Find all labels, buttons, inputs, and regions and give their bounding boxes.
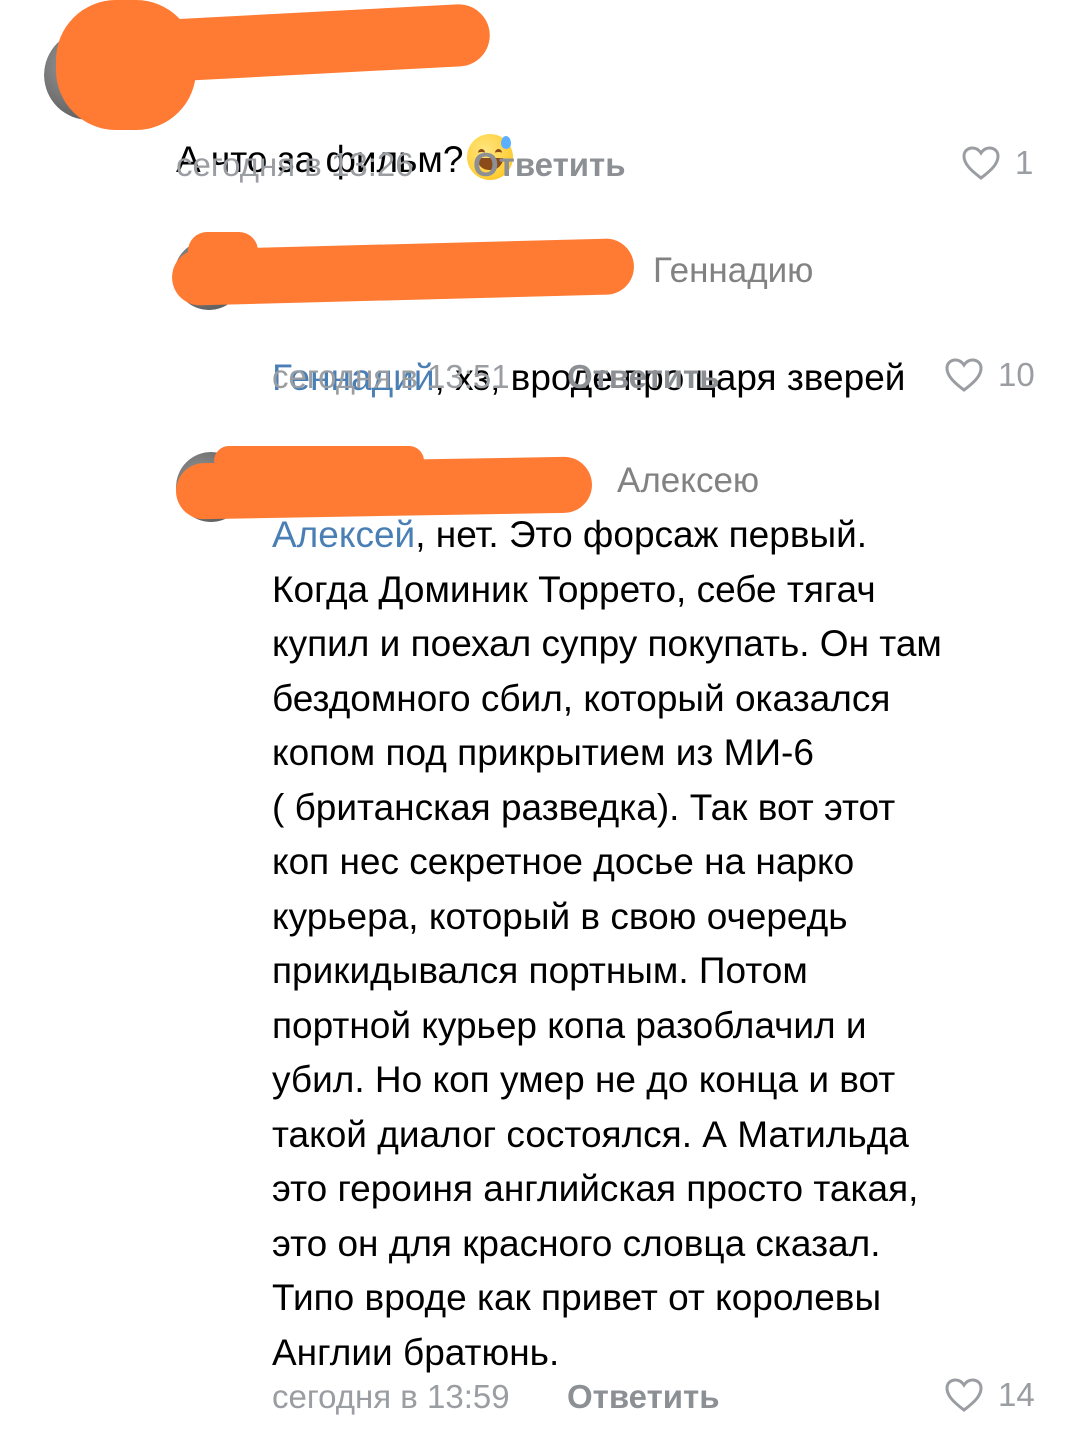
comment-body: , нет. Это форсаж первый. Когда Доминик …: [272, 514, 942, 1373]
like-button[interactable]: 1: [961, 144, 1033, 182]
like-count: 10: [998, 356, 1035, 393]
comment-text: Алексей, нет. Это форсаж первый. Когда Д…: [272, 508, 942, 1380]
comment-timestamp: сегодня в 13:51: [272, 358, 510, 395]
heart-icon: [944, 1377, 984, 1413]
redaction-mark: [188, 232, 258, 270]
redaction-mark: [214, 446, 424, 476]
heart-icon: [944, 357, 984, 393]
like-button[interactable]: 14: [944, 1376, 1035, 1414]
reply-button[interactable]: Ответить: [473, 146, 626, 184]
comment-timestamp: сегодня в 13:59: [272, 1378, 510, 1415]
heart-icon: [961, 145, 1001, 181]
redaction-mark: [56, 0, 196, 130]
reply-to-label[interactable]: Геннадию: [653, 251, 813, 291]
mention-link[interactable]: Алексей: [272, 514, 415, 555]
like-count: 1: [1015, 144, 1034, 181]
reply-button[interactable]: Ответить: [567, 1378, 720, 1416]
reply-button[interactable]: Ответить: [567, 358, 720, 396]
reply-to-label[interactable]: Алексею: [617, 461, 759, 501]
like-count: 14: [998, 1376, 1035, 1413]
like-button[interactable]: 10: [944, 356, 1035, 394]
comment-timestamp: сегодня в 13:26: [176, 146, 414, 183]
